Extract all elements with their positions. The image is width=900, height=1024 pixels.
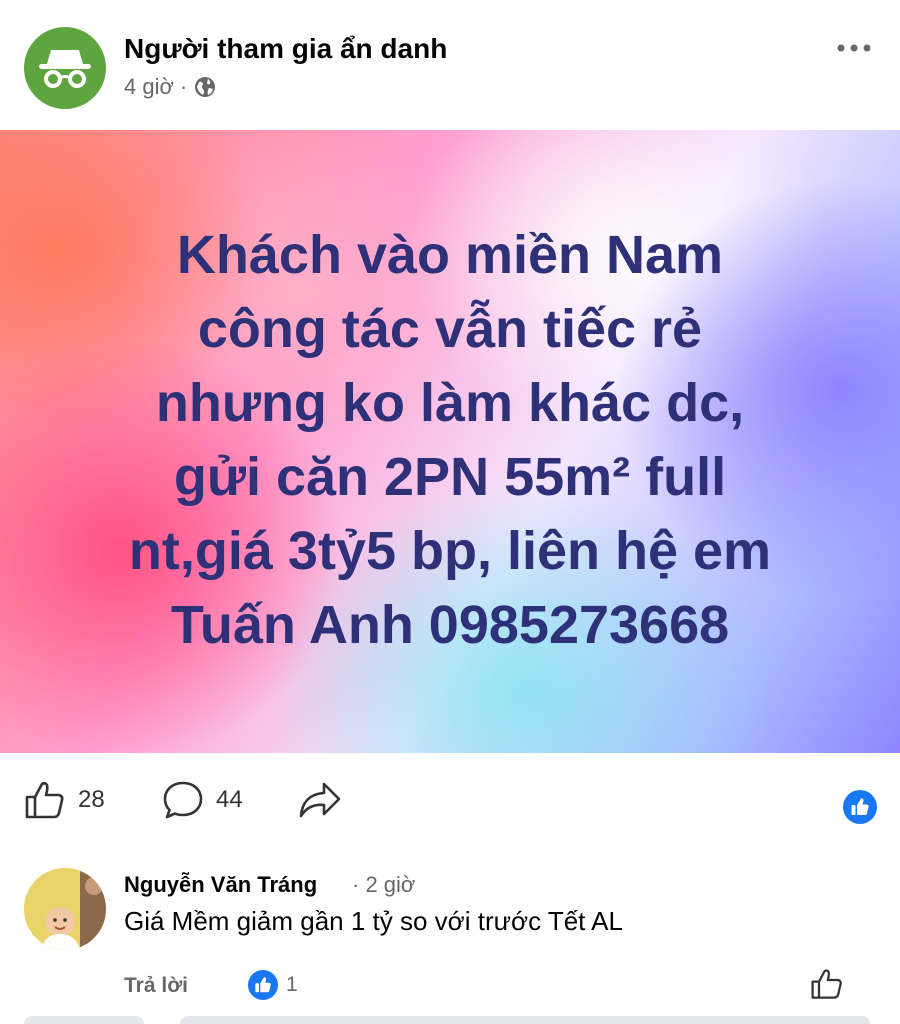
post-meta: 4 giờ · [124, 74, 217, 100]
like-icon [25, 781, 64, 819]
post-header: Người tham gia ẩn danh 4 giờ · [0, 0, 900, 130]
post-text: Khách vào miền Nam công tác vẫn tiếc rẻ … [128, 225, 772, 655]
share-icon [299, 782, 341, 818]
commenter-avatar[interactable] [24, 868, 106, 950]
like-reaction-badge[interactable] [843, 790, 877, 824]
comment-author[interactable]: Nguyễn Văn Tráng [124, 872, 317, 898]
comment-like-button[interactable] [810, 968, 844, 1005]
post-time[interactable]: 4 giờ [124, 74, 174, 100]
comment-time[interactable]: · 2 giờ [352, 872, 415, 898]
next-comment-edge [0, 1016, 900, 1024]
meta-separator: · [179, 74, 188, 99]
comment-icon [163, 781, 203, 819]
commenter-photo [24, 868, 106, 950]
comment-item: Nguyễn Văn Tráng · 2 giờ Giá Mềm giảm gầ… [0, 860, 900, 1024]
globe-icon [195, 77, 216, 97]
like-reaction-icon [255, 977, 271, 993]
next-avatar-edge [24, 1016, 144, 1024]
anonymous-avatar[interactable] [24, 27, 106, 109]
post-action-bar: 28 44 [0, 760, 900, 840]
share-button[interactable] [298, 780, 342, 820]
incognito-icon [39, 50, 91, 88]
post-author-name[interactable]: Người tham gia ẩn danh [124, 33, 447, 65]
more-options-button[interactable] [832, 28, 876, 68]
like-reaction-icon [851, 798, 869, 815]
comment-reactions[interactable]: 1 [248, 970, 298, 1000]
next-bubble-edge [180, 1016, 870, 1024]
more-icon [837, 44, 871, 52]
comment-like-badge [248, 970, 278, 1000]
like-icon [811, 969, 842, 999]
comment-count: 44 [216, 786, 243, 813]
like-button[interactable]: 28 [24, 780, 105, 820]
reply-button[interactable]: Trả lời [124, 974, 188, 998]
comment-text: Giá Mềm giảm gần 1 tỷ so với trước Tết A… [124, 906, 623, 936]
like-count: 28 [78, 786, 105, 813]
comment-button[interactable]: 44 [162, 780, 243, 820]
comment-reaction-count: 1 [286, 973, 298, 996]
post-background-card: Khách vào miền Nam công tác vẫn tiếc rẻ … [0, 130, 900, 753]
